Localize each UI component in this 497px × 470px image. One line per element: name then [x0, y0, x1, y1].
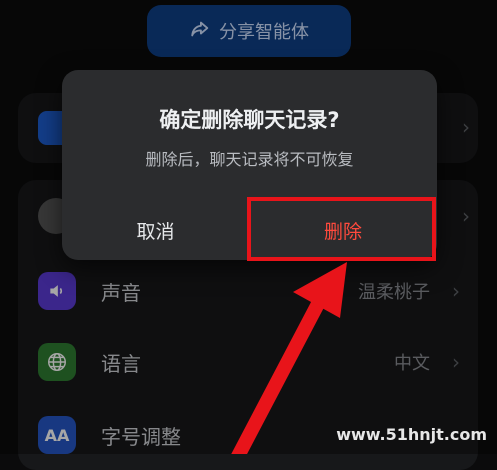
pointer-arrow-icon — [231, 262, 347, 454]
watermark: www.51hnjt.com — [336, 425, 487, 444]
